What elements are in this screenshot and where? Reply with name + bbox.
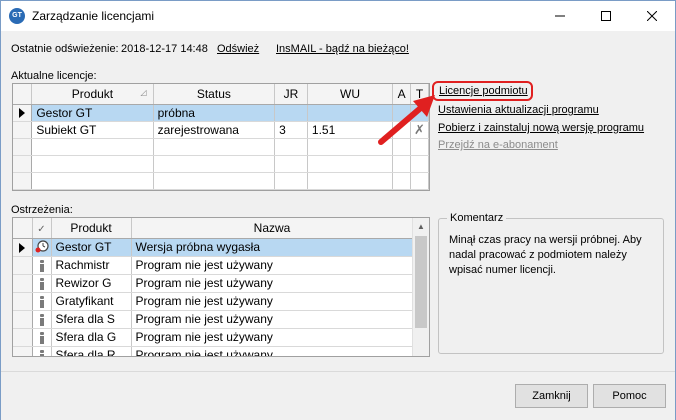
refresh-link[interactable]: Odśwież xyxy=(217,43,259,55)
current-row-arrow-icon xyxy=(19,108,26,119)
info-icon xyxy=(39,332,44,345)
close-icon xyxy=(646,10,658,22)
warnings-scrollbar[interactable]: ▲ xyxy=(412,218,429,356)
sort-indicator-icon: ◿ xyxy=(140,88,147,97)
warning-name: Wersja próbna wygasła xyxy=(131,238,414,257)
table-row[interactable]: Sfera dla R Program nie jest używany xyxy=(13,346,414,356)
warnings-label: Ostrzeżenia: xyxy=(11,204,73,216)
info-icon xyxy=(39,278,44,291)
warning-name: Program nie jest używany xyxy=(131,292,414,311)
warning-product: Gestor GT xyxy=(51,238,132,257)
license-status: próbna xyxy=(153,104,276,122)
license-jr xyxy=(274,104,308,122)
warning-name: Program nie jest używany xyxy=(131,256,414,275)
current-row-arrow-icon xyxy=(19,242,26,253)
row-indicator xyxy=(13,121,33,139)
info-icon xyxy=(39,314,44,327)
app-logo-icon: GT xyxy=(9,8,25,24)
table-row-empty xyxy=(13,172,429,190)
comment-groupbox: Komentarz Minął czas pracy na wersji pró… xyxy=(438,212,664,354)
table-row[interactable]: Rewizor G Program nie jest używany xyxy=(13,274,414,293)
license-product: Subiekt GT xyxy=(31,121,154,139)
close-dialog-button[interactable]: Zamknij xyxy=(515,384,588,408)
warning-icon-cell xyxy=(32,238,52,257)
warning-name: Program nie jest używany xyxy=(131,274,414,293)
flag-column-icon: ✓ xyxy=(37,223,46,235)
scroll-up-icon[interactable]: ▲ xyxy=(413,218,429,235)
table-row-empty xyxy=(13,138,429,156)
license-manager-window: GT Zarządzanie licencjami Ostatnie odświ… xyxy=(0,0,676,420)
comment-text: Minął czas pracy na wersji próbnej. Aby … xyxy=(449,234,642,276)
table-row[interactable]: Subiekt GT zarejestrowana 3 1.51 ✗ xyxy=(13,121,429,139)
licenses-table: Produkt ◿ Status JR WU A T Gestor GT prób… xyxy=(13,84,429,190)
table-row[interactable]: Sfera dla S Program nie jest używany xyxy=(13,310,414,329)
title-bar[interactable]: GT Zarządzanie licencjami xyxy=(1,1,675,31)
close-button[interactable] xyxy=(629,1,675,31)
scroll-thumb[interactable] xyxy=(415,236,427,328)
table-row[interactable]: Gestor GT Wersja próbna wygasła xyxy=(13,238,414,257)
licenses-header-indicator xyxy=(13,84,33,105)
maximize-icon xyxy=(601,11,611,21)
warning-product: Rachmistr xyxy=(51,256,132,275)
maximize-button[interactable] xyxy=(583,1,629,31)
minimize-icon xyxy=(555,15,565,17)
license-jr: 3 xyxy=(274,121,308,139)
warnings-header-name[interactable]: Nazwa xyxy=(131,218,414,239)
row-indicator xyxy=(13,238,33,257)
table-row[interactable]: Rachmistr Program nie jest używany xyxy=(13,256,414,275)
annotation-overlay xyxy=(378,81,533,145)
table-row-empty xyxy=(13,155,429,173)
warnings-header-indicator xyxy=(13,218,33,239)
warnings-table: ✓ Produkt Nazwa Gestor GT Wersja próbna … xyxy=(13,218,414,356)
refresh-timestamp: 2018-12-17 14:48 xyxy=(121,43,208,55)
highlight-box xyxy=(432,81,533,101)
licenses-header-status[interactable]: Status xyxy=(153,84,276,105)
warning-product: Rewizor G xyxy=(51,274,132,293)
comment-title: Komentarz xyxy=(447,212,507,224)
table-row[interactable]: Gratyfikant Program nie jest używany xyxy=(13,292,414,311)
licenses-label: Aktualne licencje: xyxy=(11,70,97,82)
warning-name: Program nie jest używany xyxy=(131,310,414,329)
warning-name: Program nie jest używany xyxy=(131,346,414,356)
table-row[interactable]: Gestor GT próbna xyxy=(13,104,429,122)
license-status: zarejestrowana xyxy=(153,121,276,139)
refresh-label: Ostatnie odświeżenie: xyxy=(11,43,119,55)
info-icon xyxy=(39,296,44,309)
info-icon xyxy=(39,350,44,356)
licenses-grid[interactable]: Produkt ◿ Status JR WU A T Gestor GT prób… xyxy=(12,83,430,191)
licenses-header-product[interactable]: Produkt ◿ xyxy=(31,84,154,105)
minimize-button[interactable] xyxy=(537,1,583,31)
warning-product: Sfera dla R xyxy=(51,346,132,356)
annotation-arrow-shaft xyxy=(378,103,426,145)
warnings-grid[interactable]: ✓ Produkt Nazwa Gestor GT Wersja próbna … xyxy=(12,217,430,357)
info-icon xyxy=(39,260,44,273)
warning-clock-icon xyxy=(35,239,49,252)
insmail-link[interactable]: InsMAIL - bądź na bieżąco! xyxy=(276,43,409,55)
table-row[interactable]: Sfera dla G Program nie jest używany xyxy=(13,328,414,347)
warning-product: Sfera dla G xyxy=(51,328,132,347)
licenses-header-jr[interactable]: JR xyxy=(274,84,308,105)
warnings-header-icon[interactable]: ✓ xyxy=(32,218,52,239)
warnings-header-product[interactable]: Produkt xyxy=(51,218,132,239)
window-title: Zarządzanie licencjami xyxy=(32,9,155,23)
warning-product: Gratyfikant xyxy=(51,292,132,311)
warning-product: Sfera dla S xyxy=(51,310,132,329)
help-button[interactable]: Pomoc xyxy=(593,384,666,408)
row-indicator xyxy=(13,104,33,122)
warning-name: Program nie jest używany xyxy=(131,328,414,347)
license-product: Gestor GT xyxy=(31,104,154,122)
